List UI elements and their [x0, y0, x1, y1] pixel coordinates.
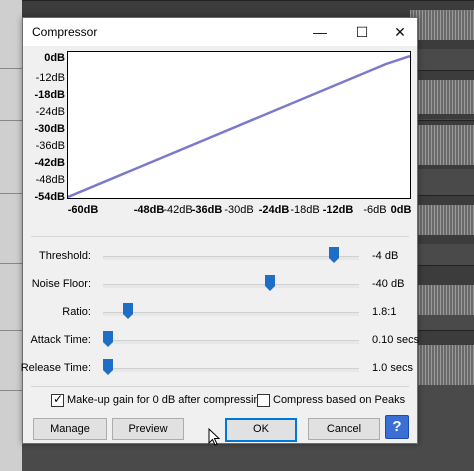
waveform [410, 80, 474, 114]
slider-row: Release Time: 1.0 secs [20, 357, 417, 381]
compression-graph: 0dB -12dB -18dB -24dB -30dB -36dB -42dB -48dB -5… [23, 46, 417, 236]
makeup-gain-label: Make-up gain for 0 dB after compressing [67, 394, 266, 406]
waveform [410, 345, 474, 385]
slider-row: Ratio: 1.8:1 [23, 301, 417, 325]
slider-row: Noise Floor: -40 dB [23, 273, 417, 297]
cancel-button[interactable]: Cancel [308, 418, 380, 440]
title-bar[interactable]: Compressor — ☐ ✕ [23, 18, 417, 46]
slider-value: 1.0 secs [372, 362, 413, 374]
slider-label: Noise Floor: [31, 278, 91, 290]
transfer-curve [67, 54, 411, 199]
x-axis-label: -60dB [67, 204, 99, 216]
y-axis-label: -18dB [34, 89, 65, 101]
y-axis-label: -48dB [35, 174, 65, 186]
compress-peaks-label: Compress based on Peaks [273, 394, 406, 406]
slider-thumb[interactable] [329, 247, 340, 263]
preview-button[interactable]: Preview [112, 418, 184, 440]
waveform [410, 10, 474, 40]
x-axis-label: -36dB [191, 204, 223, 216]
x-axis-label: -6dB [363, 204, 387, 216]
slider-label: Attack Time: [30, 334, 91, 346]
slider-thumb[interactable] [122, 303, 133, 319]
maximize-button[interactable]: ☐ [345, 18, 379, 46]
track-panel [0, 0, 22, 471]
slider-row: Attack Time: 0.10 secs [23, 329, 420, 353]
slider-value: -40 dB [372, 278, 405, 290]
slider-track[interactable] [103, 312, 359, 316]
y-axis-label: -24dB [35, 106, 65, 118]
x-axis-label: -24dB [258, 204, 290, 216]
separator [31, 236, 409, 237]
slider-label: Ratio: [62, 306, 91, 318]
slider-track[interactable] [103, 368, 359, 372]
graph-plot [67, 51, 411, 199]
close-button[interactable]: ✕ [383, 18, 417, 46]
x-axis-label: -12dB [322, 204, 354, 216]
separator [31, 386, 409, 387]
slider-thumb[interactable] [103, 359, 113, 375]
y-axis-label: -36dB [35, 140, 65, 152]
help-button[interactable]: ? [385, 415, 409, 439]
compress-peaks-checkbox[interactable] [257, 394, 270, 407]
y-axis-label: -30dB [34, 123, 65, 135]
y-axis-label: -54dB [34, 191, 65, 203]
slider-track[interactable] [103, 256, 359, 260]
ok-button[interactable]: OK [225, 418, 297, 442]
y-axis-label: -42dB [34, 157, 65, 169]
x-axis-label: 0dB [390, 204, 412, 216]
x-axis-label: -42dB [163, 204, 193, 216]
transfer-curve-line [67, 54, 411, 199]
slider-thumb[interactable] [265, 275, 276, 291]
slider-track[interactable] [103, 284, 359, 288]
compressor-dialog: Compressor — ☐ ✕ 0dB -12dB -18dB -24dB -30dB… [20, 17, 420, 444]
waveform [410, 285, 474, 315]
mouse-cursor-icon [208, 428, 221, 446]
minimize-button[interactable]: — [303, 18, 337, 46]
waveform [410, 205, 474, 235]
y-axis-label: -12dB [35, 72, 65, 84]
x-axis-label: -30dB [224, 204, 254, 216]
slider-row: Threshold: -4 dB [23, 245, 417, 269]
waveform [410, 125, 474, 165]
slider-value: -4 dB [372, 250, 399, 262]
slider-label: Release Time: [20, 362, 91, 374]
dialog-title: Compressor [32, 25, 98, 39]
slider-label: Threshold: [39, 250, 91, 262]
slider-track[interactable] [103, 340, 359, 344]
x-axis-label: -48dB [133, 204, 165, 216]
slider-value: 1.8:1 [372, 306, 397, 318]
y-axis-label: 0dB [44, 52, 65, 64]
x-axis-label: -18dB [290, 204, 320, 216]
slider-value: 0.10 secs [372, 334, 420, 346]
makeup-gain-checkbox[interactable]: ✓ [51, 392, 64, 407]
slider-thumb[interactable] [103, 331, 113, 347]
manage-button[interactable]: Manage [33, 418, 107, 440]
